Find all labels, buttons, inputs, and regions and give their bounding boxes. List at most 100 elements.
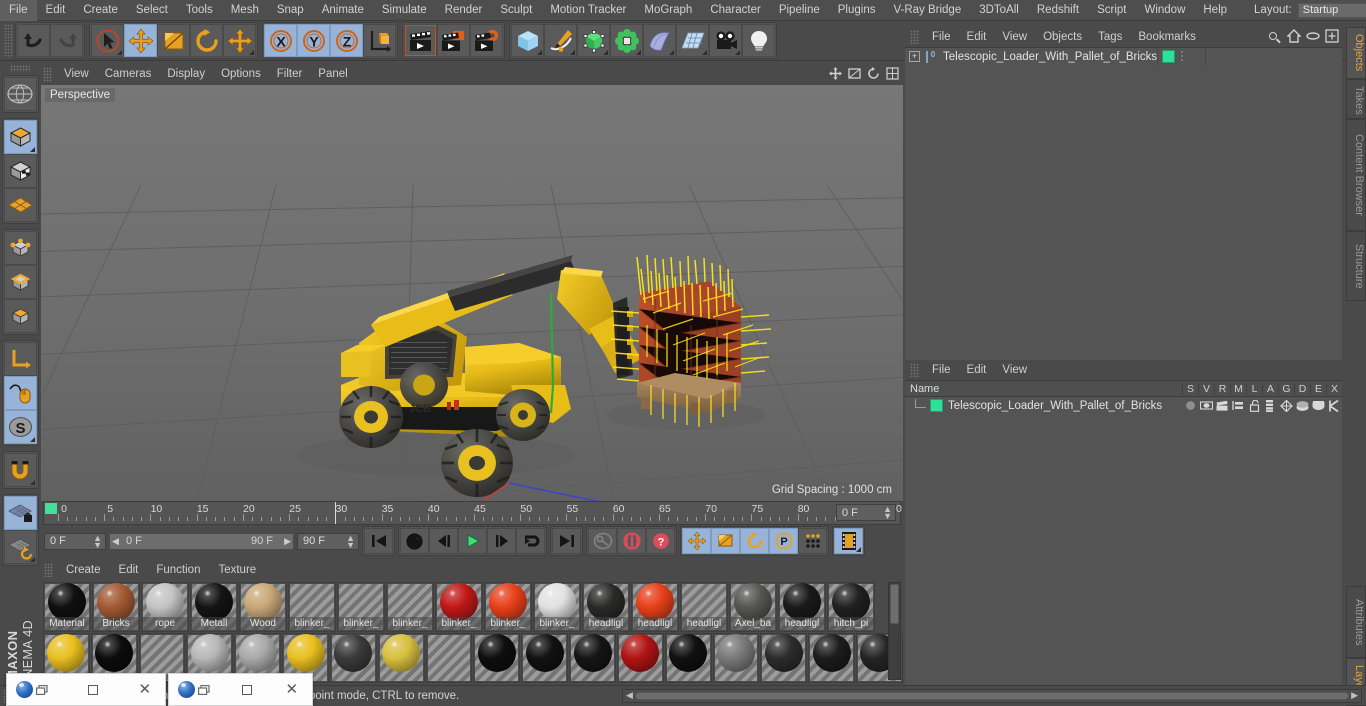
material-cell[interactable]: Bricks <box>92 582 140 632</box>
toolbar-grip[interactable] <box>4 23 13 58</box>
material-cell[interactable]: Axel_ba <box>729 582 777 632</box>
close-icon[interactable]: ✕ <box>285 682 298 697</box>
vtab-content-browser[interactable]: Content Browser <box>1346 119 1366 231</box>
vtab-objects[interactable]: Objects <box>1346 27 1366 79</box>
viewport-menu-panel[interactable]: Panel <box>310 68 355 80</box>
expand-toggle-icon[interactable]: + <box>909 51 920 62</box>
material-menu-grip[interactable] <box>44 563 53 577</box>
menu-mesh[interactable]: Mesh <box>222 0 268 21</box>
add-cube-object[interactable] <box>511 24 544 57</box>
vtab-structure[interactable]: Structure <box>1346 231 1366 301</box>
viewport-menu-view[interactable]: View <box>56 68 97 80</box>
home-icon[interactable] <box>1286 29 1302 46</box>
objmgr-menu-tags[interactable]: Tags <box>1090 31 1130 43</box>
layer-column-g[interactable]: G <box>1278 382 1294 395</box>
add-camera-object[interactable] <box>709 24 742 57</box>
material-cell[interactable] <box>664 633 712 683</box>
restore-icon[interactable] <box>36 684 48 695</box>
add-light-object[interactable] <box>742 24 775 57</box>
rotate-tool[interactable] <box>190 24 223 57</box>
material-scrollbar-thumb[interactable] <box>890 584 899 624</box>
layer-expression-toggle[interactable] <box>1310 400 1326 411</box>
material-cell[interactable]: hitch_pi <box>827 582 875 632</box>
go-to-end-button[interactable] <box>552 528 581 554</box>
vtab-attributes[interactable]: Attributes <box>1346 586 1366 658</box>
current-frame-marker[interactable] <box>45 503 57 514</box>
menu-render[interactable]: Render <box>436 0 492 21</box>
current-frame-field[interactable]: 0 F ▲ ▼ <box>44 532 106 550</box>
scroll-left-arrow-icon[interactable]: ◀ <box>626 690 633 701</box>
points-mode[interactable] <box>3 231 37 265</box>
range-left-arrow-icon[interactable]: ◀ <box>112 536 119 547</box>
material-scrollbar[interactable] <box>888 582 901 680</box>
menu-window[interactable]: Window <box>1135 0 1194 21</box>
menu-plugins[interactable]: Plugins <box>829 0 885 21</box>
material-cell[interactable]: blinker_ <box>435 582 483 632</box>
material-cell[interactable]: headligl <box>631 582 679 632</box>
material-cell[interactable]: blinker_ <box>288 582 336 632</box>
material-cell[interactable] <box>808 633 856 683</box>
layer-lock-toggle[interactable] <box>1246 399 1262 412</box>
enable-axis-modification[interactable] <box>3 342 37 376</box>
play-backwards-loop-button[interactable] <box>400 528 429 554</box>
material-cell[interactable]: blinker_ <box>386 582 434 632</box>
material-cell[interactable]: blinker_ <box>533 582 581 632</box>
object-row[interactable]: + 0 Telescopic_Loader_With_Pallet_of_Bri… <box>905 48 1342 65</box>
material-menu-create[interactable]: Create <box>57 564 110 576</box>
layer-column-a[interactable]: A <box>1262 382 1278 395</box>
viewport-menu-cameras[interactable]: Cameras <box>97 68 160 80</box>
restore-icon[interactable] <box>198 684 210 695</box>
workplane-mode[interactable] <box>3 188 37 222</box>
texture-mode[interactable] <box>3 154 37 188</box>
viewport-menu-display[interactable]: Display <box>159 68 213 80</box>
preview-range-bar[interactable]: ◀ 0 F 90 F ▶ <box>109 532 294 550</box>
spinner-icon[interactable]: ▲ ▼ <box>93 533 102 549</box>
viewport-solo-tool[interactable] <box>3 376 37 410</box>
lock-y-axis[interactable]: Y <box>297 24 330 57</box>
layer-column-x[interactable]: X <box>1326 382 1342 395</box>
add-scene-object[interactable] <box>676 24 709 57</box>
layer-name-cell[interactable]: Telescopic_Loader_With_Pallet_of_Bricks <box>905 399 1182 412</box>
material-cell[interactable] <box>425 633 473 683</box>
material-cell[interactable]: headligl <box>680 582 728 632</box>
step-back-button[interactable] <box>429 528 458 554</box>
objmgr-menu-edit[interactable]: Edit <box>959 31 995 43</box>
step-forward-button[interactable] <box>487 528 516 554</box>
timeline-ruler[interactable]: 051015202530354045505560657075808590 <box>43 501 902 525</box>
playhead[interactable] <box>335 502 337 524</box>
spinner-icon[interactable]: ▲ ▼ <box>883 505 892 521</box>
model-mode[interactable] <box>3 120 37 154</box>
layer-animation-toggle[interactable] <box>1262 399 1278 412</box>
undo-button[interactable] <box>17 24 50 57</box>
lock-x-axis[interactable]: X <box>264 24 297 57</box>
menu-create[interactable]: Create <box>74 0 127 21</box>
planar-workplane[interactable] <box>3 530 37 564</box>
range-right-arrow-icon[interactable]: ▶ <box>284 536 291 547</box>
viewport-menu-options[interactable]: Options <box>213 68 269 80</box>
objmgr-menu-objects[interactable]: Objects <box>1035 31 1090 43</box>
material-cell[interactable] <box>521 633 569 683</box>
material-cell[interactable] <box>616 633 664 683</box>
viewport-menu-grip[interactable] <box>43 66 52 82</box>
layermgr-menu-file[interactable]: File <box>924 364 959 376</box>
layer-column-name[interactable]: Name <box>905 383 1182 395</box>
overlay-window-1[interactable]: ✕ <box>6 673 166 706</box>
material-menu-function[interactable]: Function <box>147 564 209 576</box>
add-generator-object[interactable] <box>577 24 610 57</box>
menu-mograph[interactable]: MoGraph <box>635 0 701 21</box>
ellipse-icon[interactable] <box>1306 29 1320 46</box>
new-layer-icon[interactable] <box>1325 29 1339 46</box>
lock-workplane[interactable] <box>3 496 37 530</box>
scale-view-icon[interactable] <box>847 66 861 81</box>
layer-column-l[interactable]: L <box>1246 382 1262 395</box>
object-tree[interactable]: + 0 Telescopic_Loader_With_Pallet_of_Bri… <box>905 47 1342 360</box>
record-scale-button[interactable] <box>711 528 740 554</box>
end-frame-field[interactable]: 90 F ▲ ▼ <box>297 532 359 550</box>
layer-column-d[interactable]: D <box>1294 382 1310 395</box>
menu-snap[interactable]: Snap <box>268 0 313 21</box>
layer-color-swatch[interactable] <box>1162 50 1175 63</box>
world-object-coordinate-toggle[interactable] <box>363 24 396 57</box>
menu-help[interactable]: Help <box>1194 0 1236 21</box>
live-selection-tool[interactable] <box>91 24 124 57</box>
layer-solo-toggle[interactable] <box>1182 400 1198 411</box>
